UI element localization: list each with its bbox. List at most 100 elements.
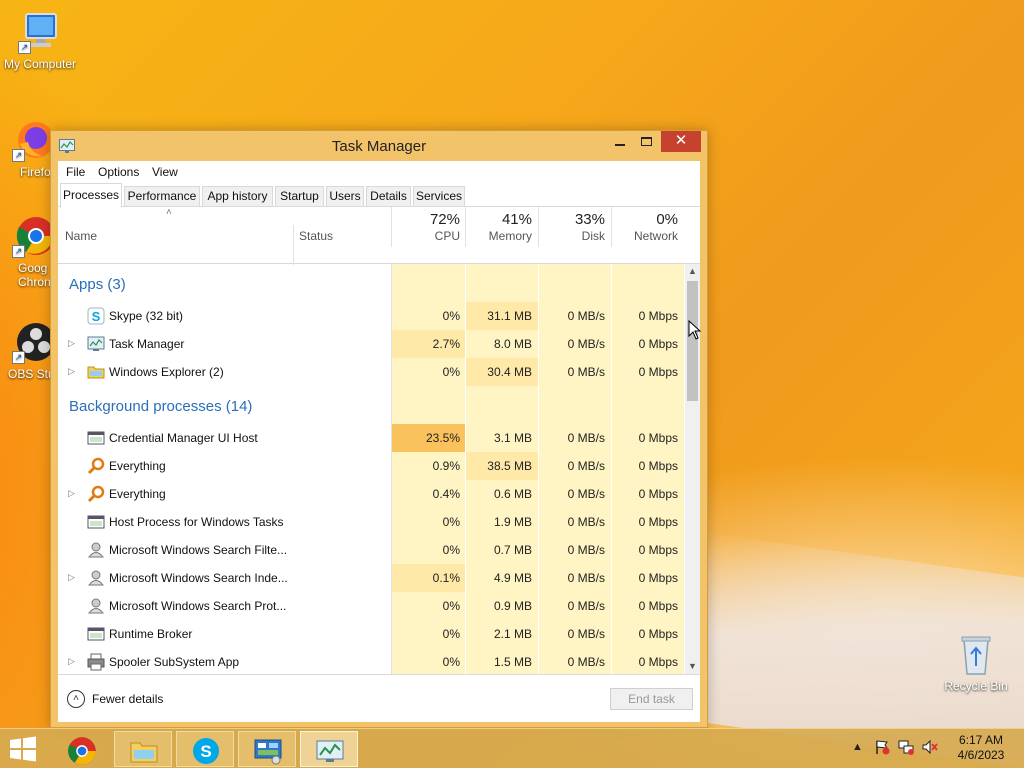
maximize-icon: [640, 137, 652, 146]
cpu-cell: 0%: [442, 543, 460, 557]
tab-processes[interactable]: Processes: [60, 183, 122, 208]
shortcut-arrow-icon: ↗: [12, 149, 25, 162]
desktop-icon-label: Goog Chron: [18, 261, 51, 289]
tab-app-history[interactable]: App history: [202, 186, 273, 207]
clock-time: 6:17 AM: [958, 733, 1004, 747]
group-header-background-processes[interactable]: Background processes (14): [58, 392, 684, 420]
memory-cell: 0.7 MB: [493, 543, 532, 557]
tab-performance[interactable]: Performance: [124, 186, 200, 207]
process-list: Apps (3) S Skype (32 bit) 0% 31.1 MB 0 M…: [58, 264, 684, 674]
cpu-cell: 2.7%: [432, 337, 460, 351]
expand-arrow-icon[interactable]: ▷: [68, 366, 75, 377]
cpu-cell: 0%: [442, 655, 460, 669]
tab-services[interactable]: Services: [413, 186, 465, 207]
process-row[interactable]: ▷ Microsoft Windows Search Inde... 0.1% …: [58, 564, 684, 592]
window-app-icon: [87, 429, 105, 447]
tab-details[interactable]: Details: [366, 186, 411, 207]
volume-muted-icon[interactable]: [922, 739, 938, 758]
expand-arrow-icon[interactable]: ▷: [68, 338, 75, 349]
process-name: Everything: [109, 459, 166, 473]
windows-logo-icon: [10, 736, 36, 762]
menu-view[interactable]: View: [152, 165, 178, 179]
desktop-icon-recycle-bin[interactable]: Recycle Bin: [936, 632, 1016, 693]
maximize-button[interactable]: [633, 131, 659, 152]
cpu-cell: 0%: [442, 627, 460, 641]
show-hidden-icons-chevron-icon[interactable]: ▲: [852, 741, 863, 753]
close-button[interactable]: ✕: [661, 131, 701, 152]
process-row[interactable]: ▷ Spooler SubSystem App 0% 1.5 MB 0 MB/s…: [58, 648, 684, 674]
desktop-icon-obs[interactable]: ↗ OBS Stu: [0, 320, 56, 381]
network-cell: 0 Mbps: [638, 599, 678, 613]
expand-arrow-icon[interactable]: ▷: [68, 656, 75, 667]
desktop-icon-my-computer[interactable]: ↗ My Computer: [0, 10, 80, 71]
menu-file[interactable]: File: [66, 165, 85, 179]
scrollbar-thumb[interactable]: [687, 281, 698, 401]
taskbar-chrome[interactable]: [52, 731, 110, 767]
disk-cell: 0 MB/s: [567, 543, 605, 557]
process-name: Skype (32 bit): [109, 309, 184, 323]
disk-cell: 0 MB/s: [567, 599, 605, 613]
minimize-button[interactable]: [607, 131, 633, 152]
chevron-up-circle-icon[interactable]: ˄: [67, 690, 85, 708]
cpu-cell: 0%: [442, 515, 460, 529]
scroll-down-arrow-icon[interactable]: ▼: [685, 659, 700, 673]
process-row[interactable]: Host Process for Windows Tasks 0% 1.9 MB…: [58, 508, 684, 536]
cpu-column-label: CPU: [434, 229, 460, 243]
memory-cell: 0.6 MB: [493, 487, 532, 501]
footer-bar: ˄ Fewer details End task: [58, 674, 700, 722]
close-icon: ✕: [674, 132, 688, 149]
disk-cell: 0 MB/s: [567, 655, 605, 669]
network-cell: 0 Mbps: [638, 431, 678, 445]
network-cell: 0 Mbps: [638, 365, 678, 379]
taskbar-control-panel[interactable]: [238, 731, 296, 767]
group-title: Apps (3): [69, 276, 126, 293]
process-name: Microsoft Windows Search Prot...: [109, 599, 287, 613]
column-header-memory[interactable]: 41% Memory: [466, 207, 539, 263]
memory-cell: 3.1 MB: [493, 431, 532, 445]
tab-users[interactable]: Users: [326, 186, 364, 207]
expand-arrow-icon[interactable]: ▷: [68, 572, 75, 583]
expand-arrow-icon[interactable]: ▷: [68, 488, 75, 499]
column-header-cpu[interactable]: 72% CPU: [392, 207, 465, 263]
process-row[interactable]: ▷ Windows Explorer (2) 0% 30.4 MB 0 MB/s…: [58, 358, 684, 386]
process-row[interactable]: Credential Manager UI Host 23.5% 3.1 MB …: [58, 424, 684, 452]
column-header-status[interactable]: Status: [294, 207, 391, 263]
process-row[interactable]: Microsoft Windows Search Prot... 0% 0.9 …: [58, 592, 684, 620]
computer-icon: ↗: [18, 10, 62, 54]
cpu-cell: 0.9%: [432, 459, 460, 473]
memory-cell: 38.5 MB: [487, 459, 532, 473]
title-bar[interactable]: Task Manager ✕: [51, 131, 707, 161]
action-center-flag-icon[interactable]: [874, 739, 890, 758]
network-total-percent: 0%: [656, 211, 678, 228]
cpu-cell: 0%: [442, 309, 460, 323]
network-icon[interactable]: [898, 739, 914, 758]
taskbar-task-manager[interactable]: [300, 731, 358, 767]
task-manager-icon: [87, 335, 105, 353]
end-task-button[interactable]: End task: [610, 688, 693, 710]
cpu-total-percent: 72%: [429, 211, 460, 228]
scroll-up-arrow-icon[interactable]: ▲: [685, 264, 700, 278]
minimize-icon: [615, 144, 625, 146]
taskbar-skype[interactable]: S: [176, 731, 234, 767]
process-row[interactable]: S Skype (32 bit) 0% 31.1 MB 0 MB/s 0 Mbp…: [58, 302, 684, 330]
clock[interactable]: 6:17 AM 4/6/2023: [948, 733, 1014, 763]
process-row[interactable]: ▷ Everything 0.4% 0.6 MB 0 MB/s 0 Mbps: [58, 480, 684, 508]
desktop-icon-firefox[interactable]: ↗ Firefo: [0, 118, 56, 179]
process-row[interactable]: Everything 0.9% 38.5 MB 0 MB/s 0 Mbps: [58, 452, 684, 480]
start-button[interactable]: [8, 736, 38, 762]
process-row[interactable]: Runtime Broker 0% 2.1 MB 0 MB/s 0 Mbps: [58, 620, 684, 648]
column-header-network[interactable]: 0% Network: [612, 207, 684, 263]
group-title: Background processes (14): [69, 398, 253, 415]
fewer-details-link[interactable]: Fewer details: [92, 692, 163, 706]
group-header-apps[interactable]: Apps (3): [58, 270, 684, 298]
process-row[interactable]: Microsoft Windows Search Filte... 0% 0.7…: [58, 536, 684, 564]
column-headers: ˄ Name Status 72% CPU 41% Memory 33% Dis…: [58, 207, 700, 265]
tab-startup[interactable]: Startup: [275, 186, 324, 207]
column-header-name[interactable]: ˄ Name: [58, 207, 293, 263]
network-cell: 0 Mbps: [638, 515, 678, 529]
menu-options[interactable]: Options: [98, 165, 139, 179]
column-header-disk[interactable]: 33% Disk: [539, 207, 611, 263]
process-row[interactable]: ▷ Task Manager 2.7% 8.0 MB 0 MB/s 0 Mbps: [58, 330, 684, 358]
taskbar-file-explorer[interactable]: [114, 731, 172, 767]
desktop-icon-chrome[interactable]: ↗ Goog Chron: [0, 214, 56, 289]
